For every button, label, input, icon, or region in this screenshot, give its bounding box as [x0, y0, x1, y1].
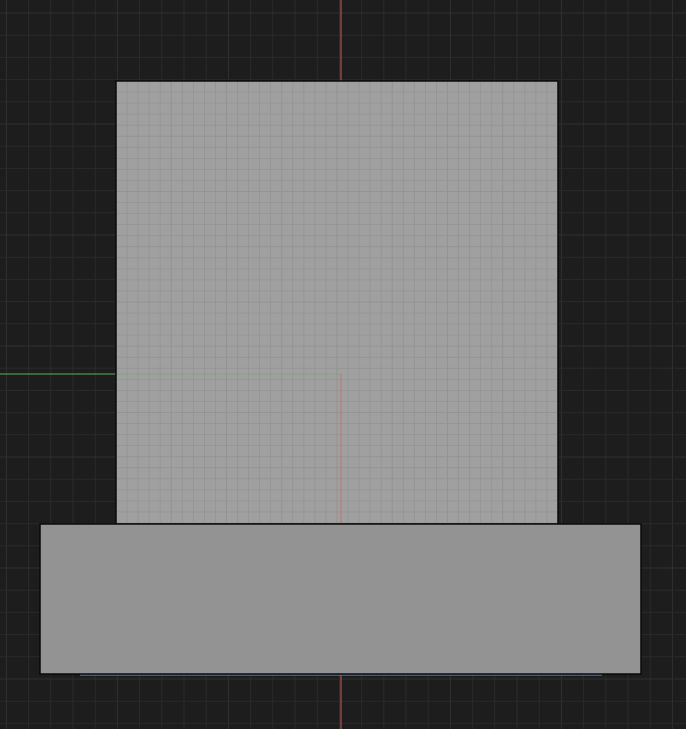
base-slab-object[interactable]: [39, 523, 642, 675]
viewport-canvas[interactable]: [0, 0, 686, 729]
base-slab-face[interactable]: [40, 524, 641, 674]
3d-viewport[interactable]: [0, 0, 686, 729]
upper-box-face-grid: [116, 81, 558, 524]
upper-box-object[interactable]: [115, 80, 559, 525]
